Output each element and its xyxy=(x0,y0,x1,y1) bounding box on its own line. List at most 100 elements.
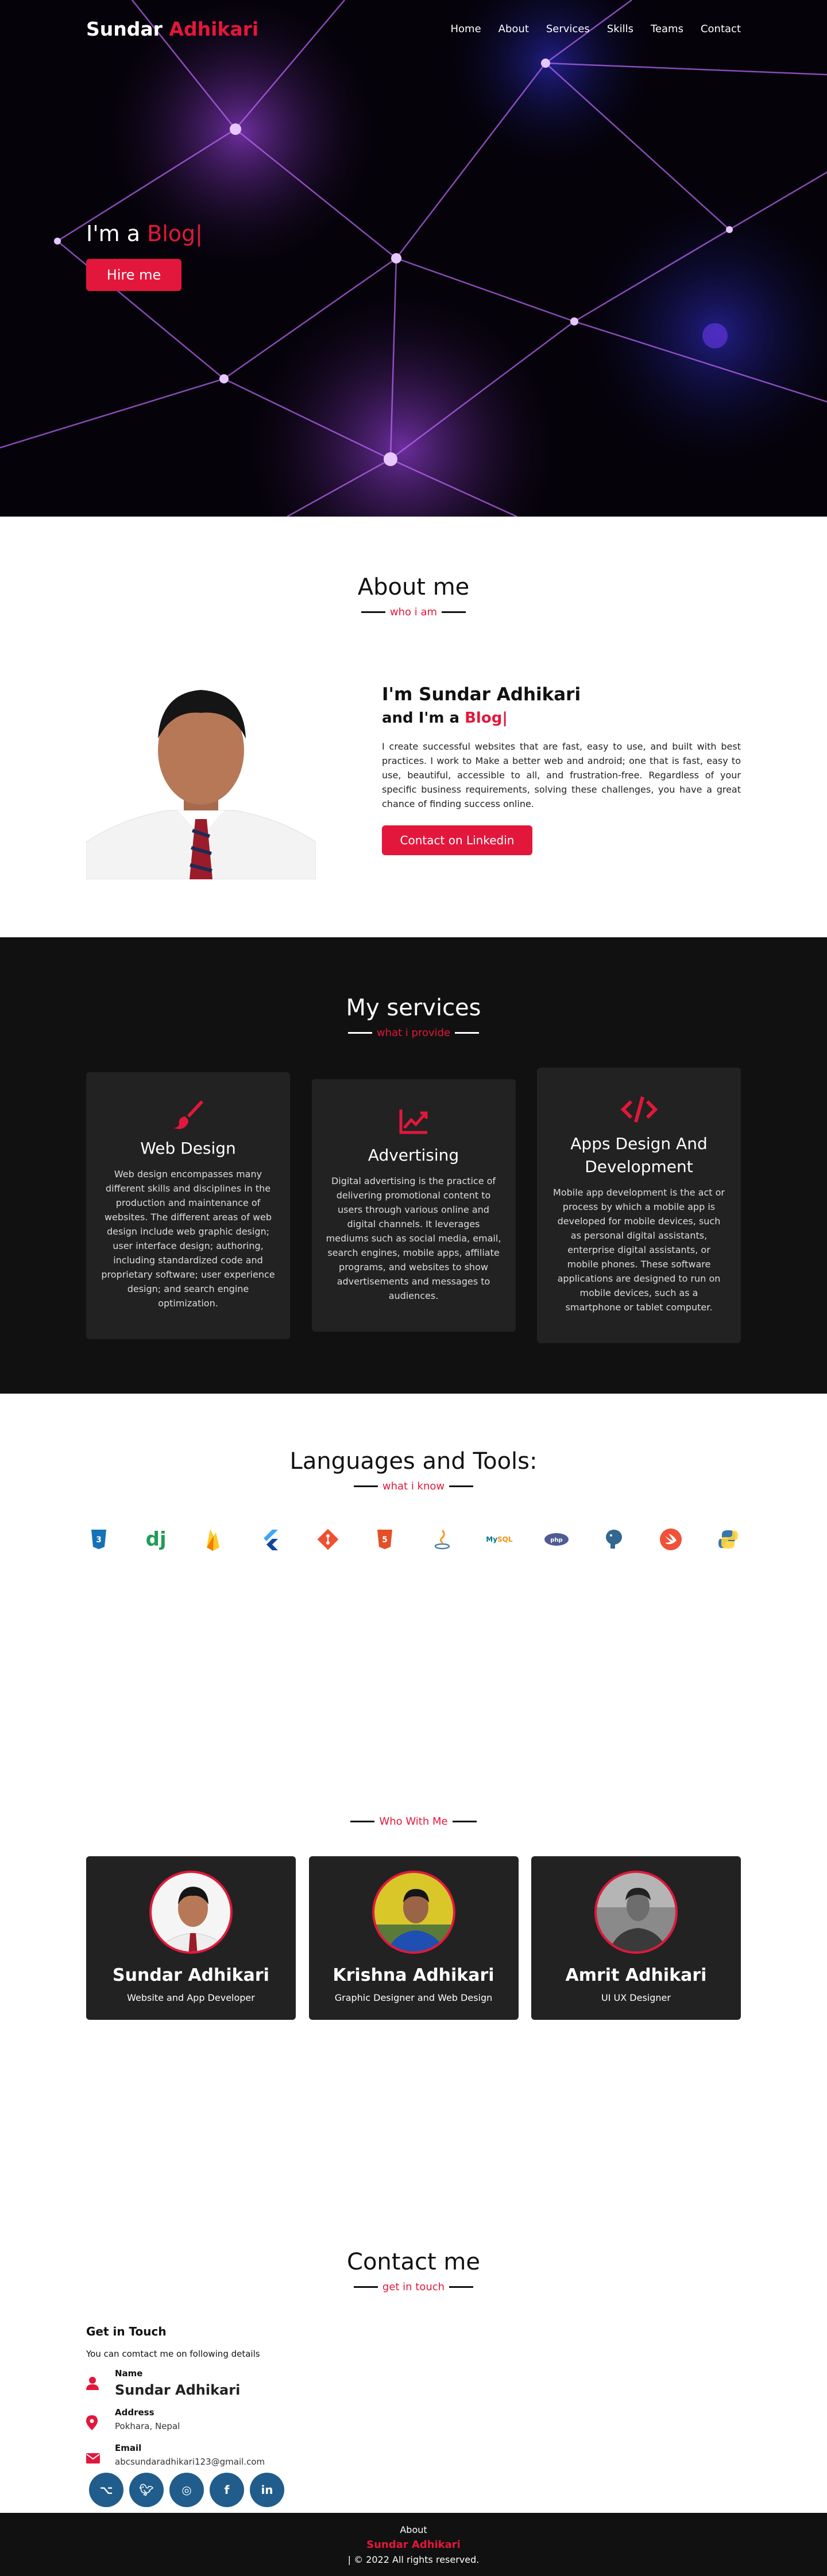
footer: About Sundar Adhikari | © 2022 All right… xyxy=(0,2513,827,2576)
map-marker-icon xyxy=(86,2407,115,2434)
divider-line xyxy=(455,1032,480,1034)
service-title: Advertising xyxy=(368,1146,459,1165)
navbar: Sundar Adhikari Home About Services Skil… xyxy=(0,0,827,57)
team-card: Sundar Adhikari Website and App Develope… xyxy=(86,1856,296,2020)
facebook-icon[interactable]: f xyxy=(210,2473,244,2507)
site-logo[interactable]: Sundar Adhikari xyxy=(86,18,258,40)
nav-link-services[interactable]: Services xyxy=(546,23,590,35)
java-icon xyxy=(430,1527,455,1552)
contact-intro: You can comtact me on following details xyxy=(86,2349,260,2359)
member-name: Krishna Adhikari xyxy=(333,1965,494,1985)
instagram-icon[interactable]: ◎ xyxy=(169,2473,204,2507)
html5-icon: 5 xyxy=(372,1527,397,1552)
service-card-advertising: Advertising Digital advertising is the p… xyxy=(311,1079,516,1332)
css3-icon: 3 xyxy=(86,1527,111,1552)
hero-text: I'm a Blog| Hire me xyxy=(86,221,203,291)
svg-text:5: 5 xyxy=(382,1535,388,1545)
linkedin-icon[interactable]: in xyxy=(250,2473,284,2507)
git-icon xyxy=(315,1527,341,1552)
teams-subtitle: Who With Me xyxy=(86,1815,741,1828)
paint-brush-icon xyxy=(101,1098,276,1131)
python-icon xyxy=(716,1527,741,1552)
team-card: Krishna Adhikari Graphic Designer and We… xyxy=(308,1856,519,2020)
services-subtitle-text: what i provide xyxy=(376,1027,451,1039)
nav-link-contact[interactable]: Contact xyxy=(701,23,741,35)
logo-first-name: Sundar xyxy=(86,17,163,40)
postgresql-icon xyxy=(601,1527,627,1552)
chart-line-icon xyxy=(326,1105,501,1138)
divider-line xyxy=(442,611,466,613)
swift-icon xyxy=(658,1527,683,1552)
nav-link-about[interactable]: About xyxy=(498,23,529,35)
about-title: About me xyxy=(357,574,470,600)
service-text: Web design encompasses many different sk… xyxy=(101,1168,275,1309)
hero-section: Sundar Adhikari Home About Services Skil… xyxy=(0,0,827,517)
name-value: Sundar Adhikari xyxy=(115,2382,241,2398)
footer-about-link[interactable]: About xyxy=(0,2524,827,2535)
social-links: ⌥ 🐦︎ ◎ f in xyxy=(89,2473,741,2507)
teams-section: Who With Me Sundar Adhikari Website and … xyxy=(0,1669,827,2180)
about-subtitle-text: who i am xyxy=(389,606,438,618)
svg-text:3: 3 xyxy=(96,1535,102,1545)
flutter-icon xyxy=(258,1527,283,1552)
php-icon: php xyxy=(544,1527,569,1552)
about-description: I create successful websites that are fa… xyxy=(382,741,741,809)
divider-line xyxy=(353,1485,378,1487)
member-name: Amrit Adhikari xyxy=(565,1965,707,1985)
avatar xyxy=(149,1871,233,1954)
services-section: My services what i provide Web Design We… xyxy=(0,937,827,1394)
github-icon[interactable]: ⌥ xyxy=(89,2473,123,2507)
divider-line xyxy=(347,1032,372,1034)
service-title: Apps Design And Development xyxy=(570,1134,708,1176)
svg-text:php: php xyxy=(550,1537,562,1543)
nav-link-home[interactable]: Home xyxy=(451,23,481,35)
divider-line xyxy=(452,1821,477,1822)
envelope-icon xyxy=(86,2443,115,2467)
contact-linkedin-button[interactable]: Contact on Linkedin xyxy=(382,825,532,855)
address-value: Pokhara, Nepal xyxy=(115,2421,180,2431)
about-role-typed: Blog| xyxy=(465,709,508,727)
name-label: Name xyxy=(115,2368,143,2379)
about-subtitle: who i am xyxy=(86,606,741,618)
member-role: Graphic Designer and Web Design xyxy=(334,1992,493,2003)
tools-row: 3 dj 5 MySQL php xyxy=(86,1527,741,1552)
divider-line xyxy=(449,2286,474,2288)
hero-typed-text: Blog| xyxy=(147,221,203,246)
about-role-heading: and I'm a Blog| xyxy=(382,709,741,727)
mysql-icon: MySQL xyxy=(486,1535,513,1543)
divider-line xyxy=(361,611,385,613)
django-icon: dj xyxy=(145,1528,167,1551)
contact-title: Contact me xyxy=(347,2249,480,2275)
about-name-heading: I'm Sundar Adhikari xyxy=(382,684,581,705)
logo-last-name: Adhikari xyxy=(169,17,259,40)
services-subtitle: what i provide xyxy=(86,1027,741,1039)
divider-line xyxy=(353,2286,378,2288)
twitter-icon[interactable]: 🐦︎ xyxy=(129,2473,164,2507)
code-icon xyxy=(551,1093,726,1127)
profile-photo xyxy=(86,664,316,879)
divider-line xyxy=(350,1821,375,1822)
contact-heading: Get in Touch xyxy=(86,2325,167,2338)
hire-me-button[interactable]: Hire me xyxy=(86,259,181,291)
email-label: Email xyxy=(115,2443,142,2453)
about-role-prefix: and I'm a xyxy=(382,709,460,727)
user-icon xyxy=(86,2368,115,2393)
skills-subtitle: what i know xyxy=(86,1480,741,1492)
avatar xyxy=(372,1871,455,1954)
member-name: Sundar Adhikari xyxy=(113,1965,269,1985)
avatar xyxy=(594,1871,678,1954)
email-value[interactable]: abcsundaradhikari123@gmail.com xyxy=(115,2457,265,2467)
service-card-web-design: Web Design Web design encompasses many d… xyxy=(86,1072,290,1339)
service-title: Web Design xyxy=(140,1138,236,1158)
nav-link-teams[interactable]: Teams xyxy=(651,23,683,35)
services-title: My services xyxy=(346,995,481,1021)
nav-menu: Home About Services Skills Teams Contact xyxy=(451,23,741,35)
divider-line xyxy=(449,1485,474,1487)
service-card-apps: Apps Design And Development Mobile app d… xyxy=(537,1068,741,1343)
hero-prefix: I'm a xyxy=(86,221,141,246)
footer-copyright: | © 2022 All rights reserved. xyxy=(347,2554,480,2565)
hero-headline: I'm a Blog| xyxy=(86,221,203,246)
nav-link-skills[interactable]: Skills xyxy=(607,23,633,35)
skills-title: Languages and Tools: xyxy=(289,1448,538,1475)
about-section: About me who i am I'm Sundar Adhikari an… xyxy=(0,517,827,937)
